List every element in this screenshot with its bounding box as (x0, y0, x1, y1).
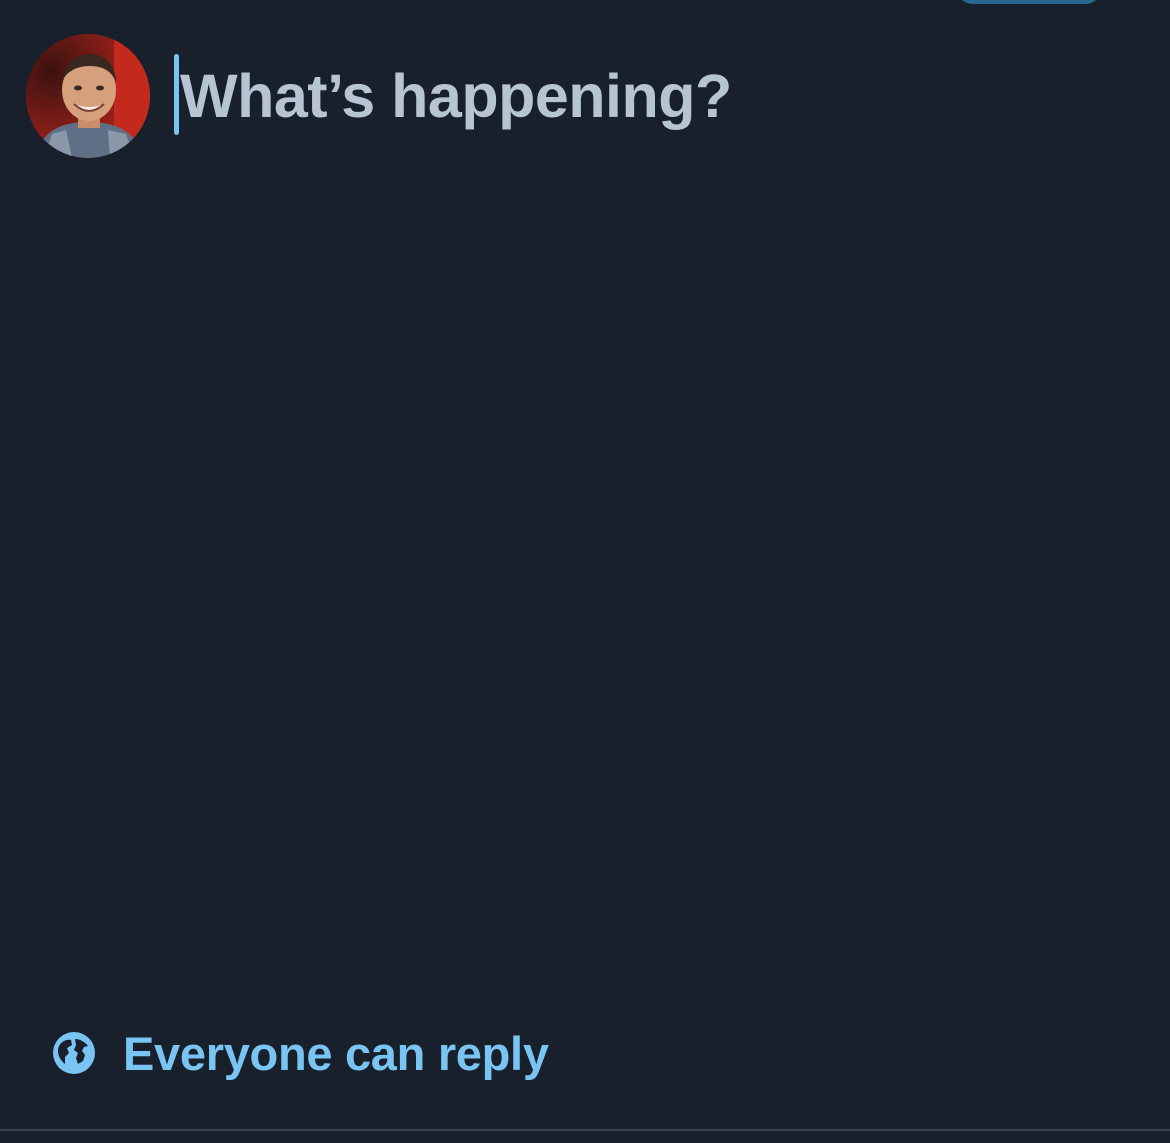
reply-setting-button[interactable]: Everyone can reply (52, 1026, 549, 1080)
post-composer[interactable]: What’s happening? (174, 52, 1134, 142)
composer-placeholder: What’s happening? (180, 62, 732, 130)
post-button[interactable] (956, 0, 1102, 4)
avatar[interactable] (26, 34, 150, 158)
reply-setting-label: Everyone can reply (123, 1026, 549, 1080)
text-cursor (174, 54, 179, 135)
avatar-photo (26, 34, 150, 158)
globe-icon (53, 1032, 95, 1074)
divider (0, 1129, 1170, 1131)
